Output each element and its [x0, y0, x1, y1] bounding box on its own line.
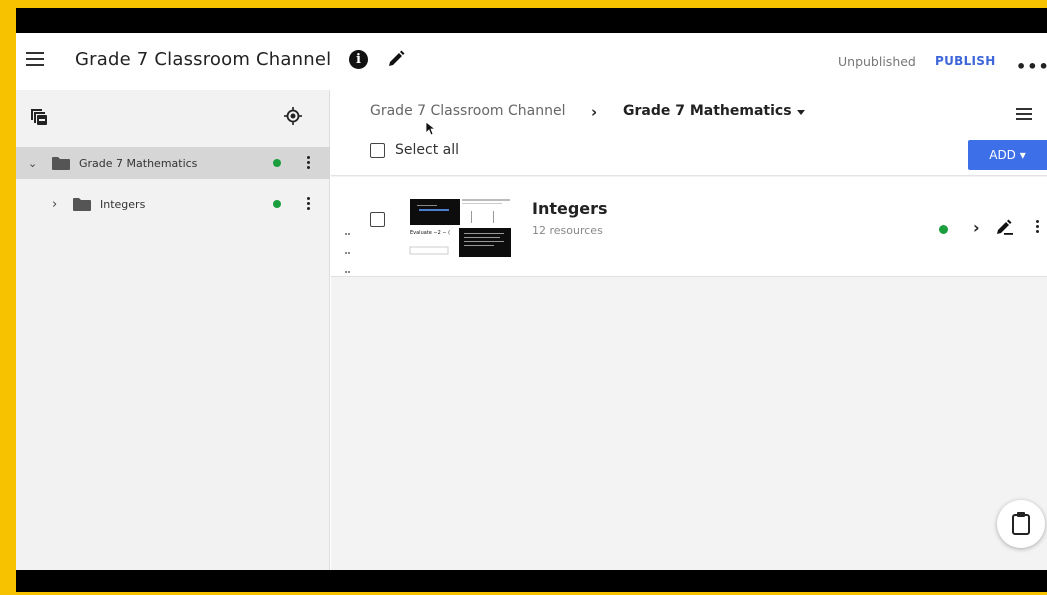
folder-icon [52, 156, 70, 170]
clipboard-button[interactable] [997, 500, 1045, 548]
sidebar-item-integers[interactable]: › Integers [16, 188, 330, 220]
item-title[interactable]: Integers [532, 199, 608, 218]
caret-down-icon[interactable] [797, 110, 805, 115]
add-button[interactable]: ADD ▾ [968, 140, 1047, 170]
kebab-menu-icon[interactable] [307, 156, 311, 171]
select-all-label: Select all [395, 142, 459, 158]
more-options-icon[interactable]: ••• [1016, 57, 1047, 76]
app-window: Grade 7 Classroom Channel i Unpublished … [16, 8, 1047, 592]
drag-handle-icon[interactable] [345, 221, 353, 273]
thumbnail-text: Evaluate −2 − ( [410, 230, 450, 236]
item-resource-count: 12 resources [532, 224, 603, 237]
menu-icon[interactable] [26, 52, 44, 66]
sidebar-item-label: Integers [100, 197, 146, 211]
edit-pencil-icon[interactable] [386, 49, 406, 69]
list-view-icon[interactable] [1016, 108, 1032, 120]
page-title: Grade 7 Classroom Channel [75, 49, 332, 70]
sidebar-item-label: Grade 7 Mathematics [79, 156, 198, 170]
clipboard-icon [1012, 512, 1030, 535]
select-all-checkbox[interactable] [370, 143, 385, 158]
bottom-black-bar [16, 570, 1047, 592]
status-dot [273, 159, 281, 167]
mouse-cursor-icon [426, 122, 436, 136]
list-item[interactable]: Evaluate −2 − ( Integers 12 resources › [331, 177, 1047, 277]
publish-status: Unpublished [838, 54, 916, 69]
locate-icon[interactable] [284, 107, 302, 125]
folder-icon [73, 197, 91, 211]
breadcrumb-current: Grade 7 Mathematics [623, 103, 792, 119]
chevron-down-icon[interactable]: ⌄ [28, 157, 37, 170]
publish-button[interactable]: PUBLISH [935, 54, 996, 68]
chevron-right-icon[interactable]: › [973, 218, 980, 237]
status-dot [273, 200, 281, 208]
kebab-menu-icon[interactable] [307, 197, 311, 212]
breadcrumb-separator-icon: › [591, 103, 598, 121]
breadcrumb-root[interactable]: Grade 7 Classroom Channel [370, 103, 565, 119]
app-header: Grade 7 Classroom Channel i Unpublished … [16, 33, 1047, 90]
edit-pencil-icon[interactable] [995, 218, 1015, 238]
kebab-menu-icon[interactable] [1036, 220, 1040, 235]
top-black-bar [16, 8, 1047, 33]
sidebar-tree: ⌄ Grade 7 Mathematics › Integers [16, 90, 330, 570]
content-toolbar: Grade 7 Classroom Channel › Grade 7 Math… [331, 90, 1047, 176]
topic-thumbnail[interactable]: Evaluate −2 − ( [409, 197, 513, 257]
chevron-right-icon[interactable]: › [52, 197, 57, 212]
status-dot [939, 225, 948, 234]
item-checkbox[interactable] [370, 212, 385, 227]
main-content: Grade 7 Classroom Channel › Grade 7 Math… [331, 90, 1047, 570]
sidebar-item-grade-7-mathematics[interactable]: ⌄ Grade 7 Mathematics [16, 147, 330, 179]
info-icon[interactable]: i [349, 50, 368, 69]
collapse-all-icon[interactable] [30, 108, 48, 126]
